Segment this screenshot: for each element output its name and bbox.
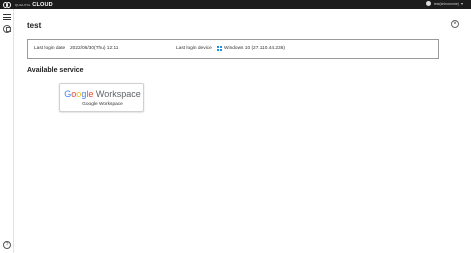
hamburger-menu-icon[interactable] (3, 14, 11, 20)
windows-logo-icon (217, 46, 222, 51)
user-icon (425, 1, 431, 6)
google-workspace-logo: Google Workspace (64, 89, 141, 99)
last-login-device-value: Windows 10 (27.110.44.236) (224, 46, 285, 51)
last-login-date-value: 2022/06/30(Thu) 12:11 (70, 46, 119, 51)
user-menu[interactable]: test(shinonome) ▾ (425, 1, 463, 6)
page-title: test (27, 21, 42, 30)
home-icon[interactable] (3, 25, 11, 33)
app-logo: QUALITIA CLOUD (3, 1, 53, 8)
help-icon[interactable]: ? (3, 241, 11, 249)
brand-big-text: CLOUD (32, 1, 53, 8)
user-name: test(shinonome) (433, 1, 459, 6)
google-workspace-card[interactable]: Google Workspace Google Workspace (59, 83, 144, 112)
chevron-down-icon: ▾ (460, 1, 463, 6)
top-bar: QUALITIA CLOUD test(shinonome) ▾ (0, 0, 471, 9)
sidebar: ? (0, 9, 14, 253)
logo-mark-icon (3, 1, 12, 8)
last-login-date-label: Last login date (34, 46, 66, 51)
last-login-device-label: Last login device (176, 46, 212, 51)
close-icon[interactable]: × (451, 20, 459, 28)
brand-small-text: QUALITIA (15, 2, 31, 7)
available-service-heading: Available service (27, 67, 84, 74)
last-login-panel: Last login date 2022/06/30(Thu) 12:11 La… (27, 39, 439, 59)
service-name: Google Workspace (82, 102, 123, 107)
